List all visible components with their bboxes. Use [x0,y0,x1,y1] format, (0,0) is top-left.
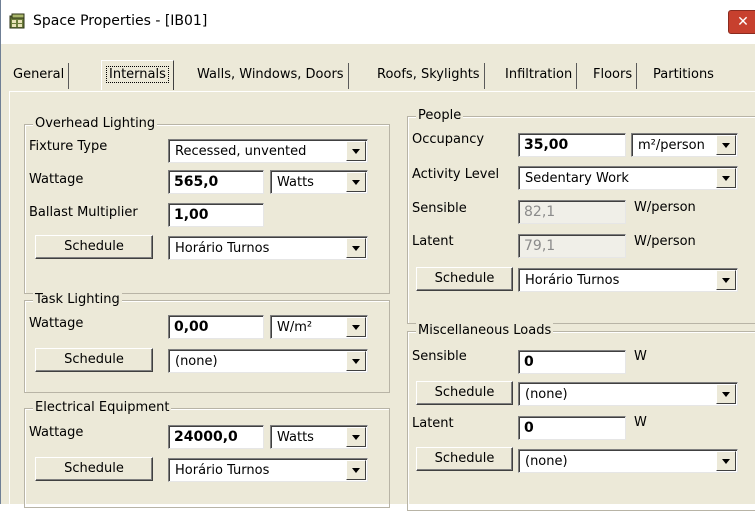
overhead-schedule-select[interactable]: Horário Turnos [168,236,368,260]
equipment-schedule-button[interactable]: Schedule [35,457,153,481]
window-title: Space Properties - [IB01] [33,13,208,29]
tab-floors[interactable]: Floors [589,63,638,89]
task-wattage-unit-select[interactable]: W/m² [270,315,368,339]
people-legend: People [416,108,464,123]
misc-sensible-label: Sensible [412,349,467,364]
task-lighting-legend: Task Lighting [33,292,122,307]
misc-sensible-schedule-select[interactable]: (none) [518,382,738,406]
ballast-multiplier-label: Ballast Multiplier [29,205,138,220]
chevron-down-icon[interactable] [346,141,366,161]
activity-level-select[interactable]: Sedentary Work [518,166,738,190]
task-schedule-select[interactable]: (none) [168,349,368,373]
people-latent-label: Latent [412,234,454,249]
overhead-wattage-input[interactable]: 565,0 [168,170,264,194]
people-sensible-label: Sensible [412,201,467,216]
occupancy-unit-select[interactable]: m²/person [631,133,738,157]
chevron-down-icon[interactable] [346,317,366,337]
people-schedule-select[interactable]: Horário Turnos [518,268,738,292]
ballast-multiplier-input[interactable]: 1,00 [168,203,264,227]
overhead-lighting-group: Overhead Lighting Fixture Type Recessed,… [24,116,390,294]
activity-level-label: Activity Level [412,167,500,182]
misc-latent-label: Latent [412,416,454,431]
tab-walls-windows-doors[interactable]: Walls, Windows, Doors [193,63,349,89]
people-latent-unit: W/person [634,234,696,249]
overhead-lighting-legend: Overhead Lighting [33,116,158,131]
title-bar: Space Properties - [IB01] ✕ [1,0,755,44]
misc-latent-schedule-select[interactable]: (none) [518,449,738,473]
overhead-wattage-unit-select[interactable]: Watts [270,170,368,194]
people-latent-value: 79,1 [518,234,626,258]
task-wattage-input[interactable]: 0,00 [168,315,264,339]
chevron-down-icon[interactable] [716,270,736,290]
fixture-type-label: Fixture Type [29,139,108,154]
misc-loads-legend: Miscellaneous Loads [416,323,554,338]
tab-general[interactable]: General [9,63,70,89]
tab-content-internals: Overhead Lighting Fixture Type Recessed,… [9,91,755,511]
chevron-down-icon[interactable] [716,384,736,404]
task-wattage-label: Wattage [29,316,84,331]
people-sensible-value: 82,1 [518,200,626,224]
tab-strip: General Internals Walls, Windows, Doors … [9,58,755,92]
chevron-down-icon[interactable] [346,427,366,447]
fixture-type-select[interactable]: Recessed, unvented [168,139,368,163]
overhead-schedule-button[interactable]: Schedule [35,235,153,259]
misc-loads-group: Miscellaneous Loads Sensible 0 W Schedul… [407,323,755,511]
misc-latent-unit: W [634,415,647,430]
tab-partitions[interactable]: Partitions [649,63,718,89]
misc-latent-schedule-button[interactable]: Schedule [416,447,513,471]
misc-sensible-unit: W [634,349,647,364]
close-button[interactable]: ✕ [728,10,755,34]
wattage-label: Wattage [29,172,84,187]
tab-roofs-skylights[interactable]: Roofs, Skylights [373,63,485,89]
occupancy-input[interactable]: 35,00 [518,133,626,157]
task-lighting-group: Task Lighting Wattage 0,00 W/m² Schedule… [24,292,390,393]
tab-internals[interactable]: Internals [101,60,174,90]
equipment-wattage-unit-select[interactable]: Watts [270,425,368,449]
chevron-down-icon[interactable] [716,451,736,471]
chevron-down-icon[interactable] [716,135,736,155]
people-schedule-button[interactable]: Schedule [416,267,513,291]
people-sensible-unit: W/person [634,200,696,215]
chevron-down-icon[interactable] [346,351,366,371]
equipment-wattage-label: Wattage [29,425,84,440]
close-icon: ✕ [737,14,749,30]
equipment-wattage-input[interactable]: 24000,0 [168,425,264,449]
space-properties-window: Space Properties - [IB01] ✕ General Inte… [0,0,755,511]
chevron-down-icon[interactable] [346,172,366,192]
tab-infiltration[interactable]: Infiltration [501,63,578,89]
misc-sensible-schedule-button[interactable]: Schedule [416,381,513,405]
chevron-down-icon[interactable] [346,460,366,480]
space-properties-icon [9,13,27,31]
task-schedule-button[interactable]: Schedule [35,348,153,372]
chevron-down-icon[interactable] [346,238,366,258]
electrical-equipment-legend: Electrical Equipment [33,400,172,415]
misc-latent-input[interactable]: 0 [518,416,626,440]
misc-sensible-input[interactable]: 0 [518,350,626,374]
chevron-down-icon[interactable] [716,168,736,188]
people-group: People Occupancy 35,00 m²/person Activit… [407,108,755,324]
electrical-equipment-group: Electrical Equipment Wattage 24000,0 Wat… [24,400,390,508]
occupancy-label: Occupancy [412,132,485,147]
equipment-schedule-select[interactable]: Horário Turnos [168,458,368,482]
